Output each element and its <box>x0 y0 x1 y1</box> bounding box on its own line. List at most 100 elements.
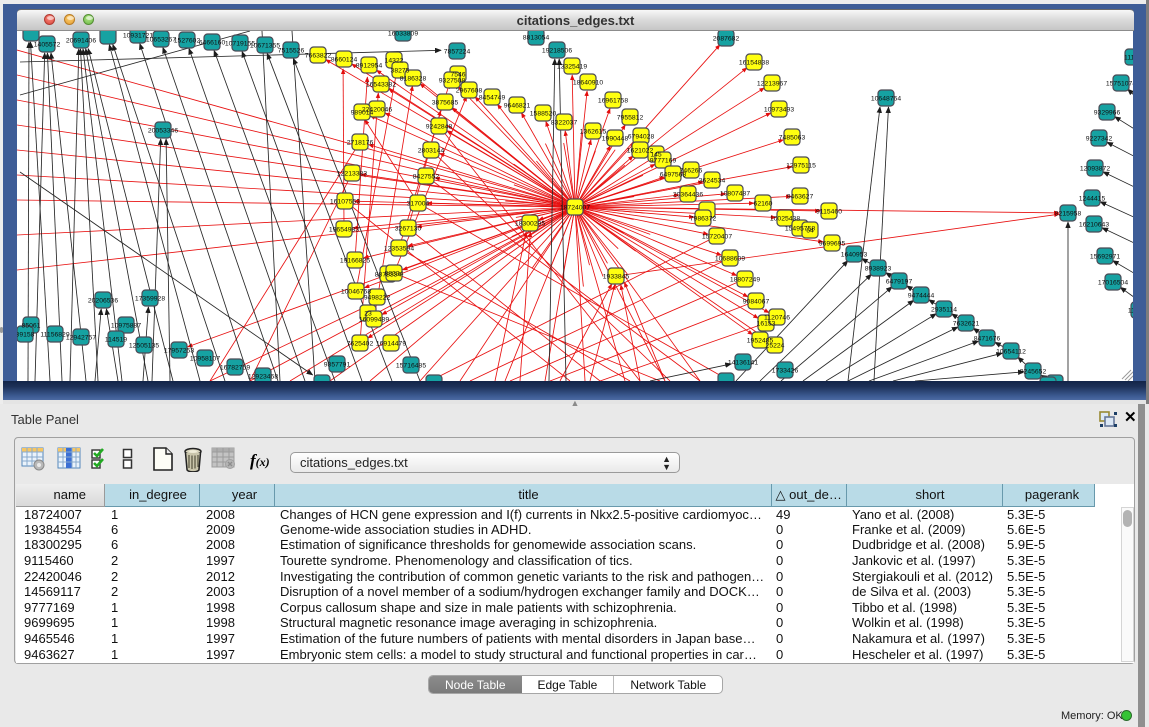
svg-text:12213967: 12213967 <box>757 80 787 87</box>
svg-text:9242848: 9242848 <box>426 123 453 130</box>
svg-text:9227342: 9227342 <box>1086 135 1113 142</box>
svg-text:16782759: 16782759 <box>220 364 250 371</box>
svg-text:9327508: 9327508 <box>439 77 466 84</box>
svg-text:746266: 746266 <box>680 167 703 174</box>
svg-text:9857791: 9857791 <box>324 361 351 368</box>
svg-text:7485063: 7485063 <box>779 134 806 141</box>
svg-text:16153: 16153 <box>757 320 776 327</box>
svg-text:10975887: 10975887 <box>111 322 141 329</box>
svg-text:13325419: 13325419 <box>557 63 587 70</box>
svg-text:10688609: 10688609 <box>715 255 745 262</box>
svg-text:19654983: 19654983 <box>329 226 359 233</box>
svg-text:8215958: 8215958 <box>1055 210 1082 217</box>
svg-text:16099489: 16099489 <box>359 316 389 323</box>
svg-text:12213383: 12213383 <box>337 170 367 177</box>
svg-text:9115460: 9115460 <box>816 208 842 215</box>
svg-text:1527602: 1527602 <box>174 37 201 44</box>
svg-text:12923468: 12923468 <box>248 373 278 380</box>
svg-text:8938923: 8938923 <box>865 265 892 272</box>
svg-text:8427552: 8427552 <box>413 173 440 180</box>
svg-text:20206536: 20206536 <box>88 297 118 304</box>
svg-text:12353594: 12353594 <box>384 245 414 252</box>
svg-text:20364436: 20364436 <box>673 191 703 198</box>
svg-text:7632621: 7632621 <box>953 320 980 327</box>
svg-text:12975115: 12975115 <box>786 162 816 169</box>
svg-text:1733426: 1733426 <box>772 367 799 374</box>
svg-text:17359928: 17359928 <box>135 295 165 302</box>
svg-text:16543382: 16543382 <box>366 81 396 88</box>
svg-text:6479197: 6479197 <box>886 278 913 285</box>
svg-text:10025438: 10025438 <box>770 215 800 222</box>
svg-text:9474444: 9474444 <box>908 292 935 299</box>
svg-text:12505135: 12505135 <box>129 342 159 349</box>
svg-text:2718176: 2718176 <box>347 139 374 146</box>
svg-text:6466160: 6466160 <box>199 39 226 46</box>
svg-text:1362615: 1362615 <box>580 128 607 135</box>
svg-text:8322037: 8322037 <box>551 119 578 126</box>
svg-text:9245652: 9245652 <box>1020 368 1047 375</box>
svg-text:16154838: 16154838 <box>739 59 769 66</box>
svg-text:14322: 14322 <box>385 57 404 64</box>
svg-text:15720407: 15720407 <box>702 233 732 240</box>
svg-text:7663822: 7663822 <box>305 52 332 59</box>
svg-text:3267130: 3267130 <box>395 225 422 232</box>
svg-text:19218506: 19218506 <box>542 47 572 54</box>
svg-text:7515526: 7515526 <box>278 47 305 54</box>
svg-text:8660124: 8660124 <box>331 56 358 63</box>
svg-text:1933845: 1933845 <box>603 273 630 280</box>
svg-text:16961758: 16961758 <box>598 97 628 104</box>
svg-text:16210643: 16210643 <box>1079 221 1109 228</box>
svg-text:9498222: 9498222 <box>364 294 391 301</box>
svg-text:114519: 114519 <box>105 336 127 343</box>
svg-text:9777169: 9777169 <box>650 157 677 164</box>
svg-text:11123: 11123 <box>1124 54 1133 61</box>
svg-text:15692971: 15692971 <box>1090 253 1120 260</box>
svg-text:2087682: 2087682 <box>713 35 740 42</box>
svg-text:10653267: 10653267 <box>146 36 176 43</box>
svg-text:8471676: 8471676 <box>974 335 1001 342</box>
svg-text:64: 64 <box>806 227 814 234</box>
svg-text:8912954: 8912954 <box>356 62 383 69</box>
svg-text:7625402: 7625402 <box>347 340 374 347</box>
svg-text:2967608: 2967608 <box>456 87 483 94</box>
svg-text:3875685: 3875685 <box>432 99 459 106</box>
svg-text:10973493: 10973493 <box>764 106 794 113</box>
svg-text:9463627: 9463627 <box>787 193 814 200</box>
svg-text:8186328: 8186328 <box>400 75 427 82</box>
svg-text:88334: 88334 <box>385 270 404 277</box>
svg-text:116753: 116753 <box>1128 307 1133 314</box>
svg-text:12093872: 12093872 <box>1080 165 1110 172</box>
svg-text:15716485: 15716485 <box>396 362 426 369</box>
svg-text:9646821: 9646821 <box>504 102 531 109</box>
svg-text:38275: 38275 <box>391 67 410 74</box>
svg-text:25224: 25224 <box>766 342 785 349</box>
svg-text:7857224: 7857224 <box>444 48 471 55</box>
svg-text:16033809: 16033809 <box>388 31 418 37</box>
svg-text:989014: 989014 <box>351 109 374 116</box>
svg-text:15751074: 15751074 <box>1106 80 1133 87</box>
svg-text:19166825: 19166825 <box>340 257 370 264</box>
svg-text:18640910: 18640910 <box>573 79 603 86</box>
svg-text:1120746: 1120746 <box>764 314 790 321</box>
svg-text:9329966: 9329966 <box>1094 109 1121 116</box>
svg-text:10654112: 10654112 <box>996 348 1026 355</box>
svg-text:17016504: 17016504 <box>1098 279 1128 286</box>
svg-text:8813054: 8813054 <box>523 34 550 41</box>
svg-text:317004: 317004 <box>407 200 430 207</box>
svg-text:12942757: 12942757 <box>66 334 96 341</box>
svg-text:18807249: 18807249 <box>730 276 760 283</box>
svg-text:1244415: 1244415 <box>1079 195 1106 202</box>
svg-text:3624534: 3624534 <box>699 177 726 184</box>
svg-text:39158: 39158 <box>17 331 35 338</box>
svg-text:10958107: 10958107 <box>190 355 220 362</box>
svg-text:17957253: 17957253 <box>164 347 194 354</box>
svg-text:16914479: 16914479 <box>376 340 406 347</box>
svg-text:2803144: 2803144 <box>418 147 445 154</box>
svg-text:62160: 62160 <box>754 200 773 207</box>
svg-text:9084067: 9084067 <box>743 298 770 305</box>
svg-text:6794028: 6794028 <box>628 133 655 140</box>
svg-text:20691406: 20691406 <box>66 37 96 44</box>
svg-text:1990448: 1990448 <box>602 135 629 142</box>
svg-text:7955812: 7955812 <box>617 114 644 121</box>
svg-text:1640953: 1640953 <box>841 251 868 258</box>
